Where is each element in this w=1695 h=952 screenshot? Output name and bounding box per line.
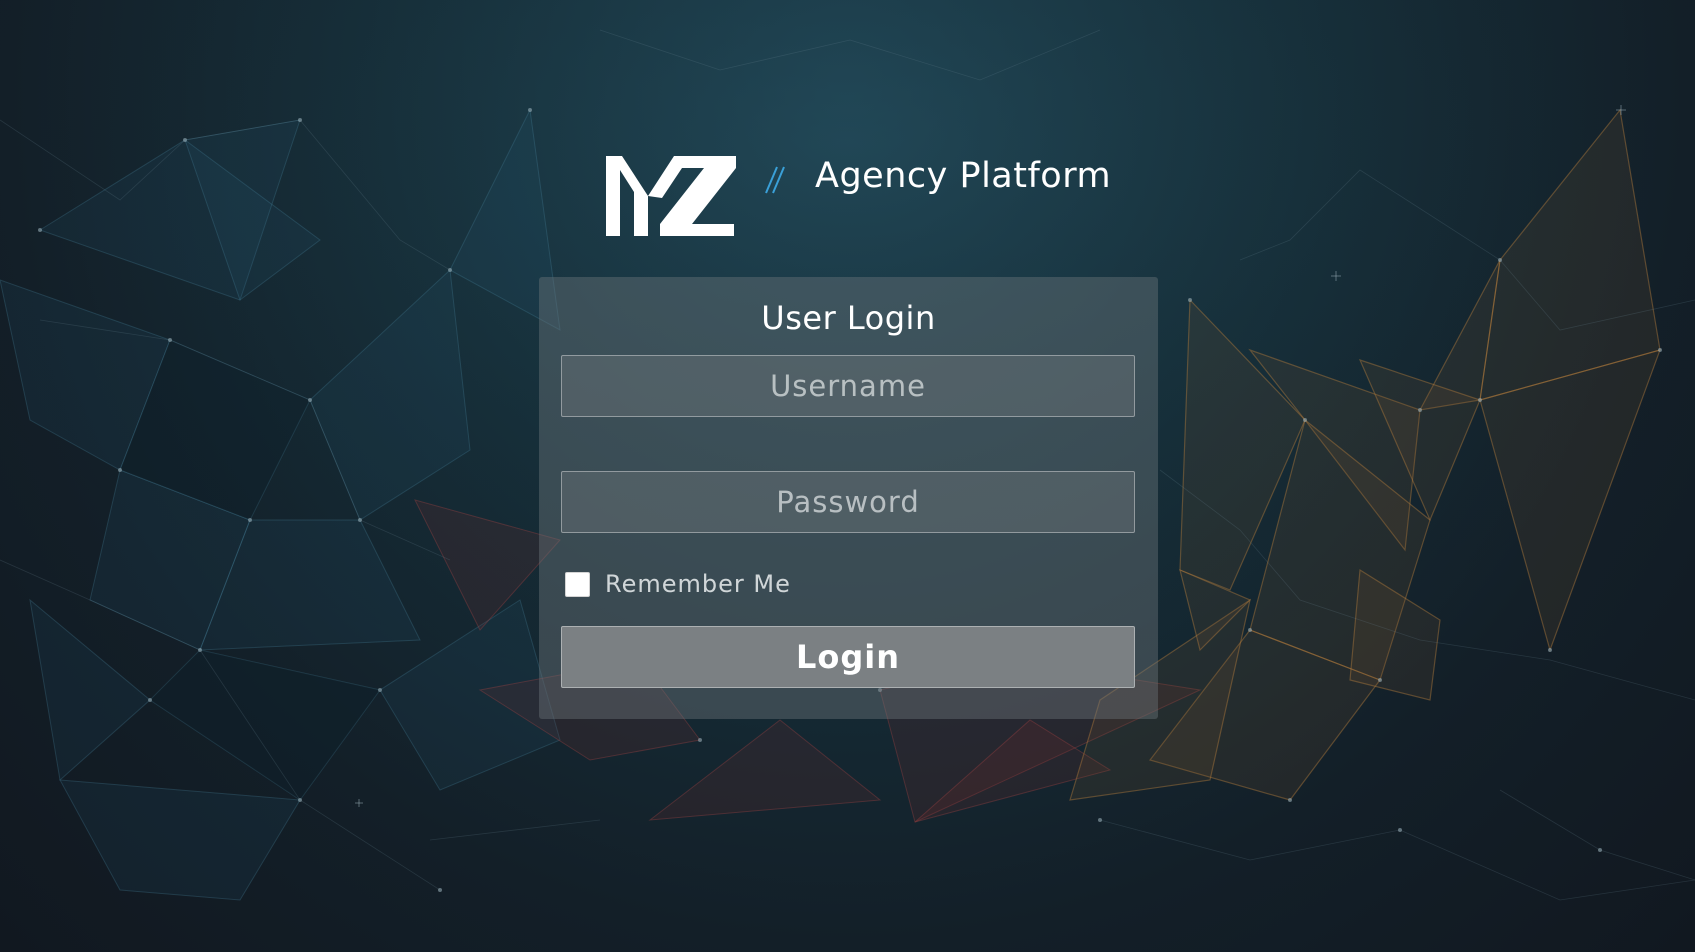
password-input[interactable]	[561, 471, 1135, 533]
brand-header: Agency Platform	[600, 150, 1120, 250]
login-button[interactable]: Login	[561, 626, 1135, 688]
username-input[interactable]	[561, 355, 1135, 417]
platform-title: Agency Platform	[815, 156, 1112, 196]
mz-logo	[606, 156, 736, 236]
login-form: User Login Remember Me Login	[539, 277, 1158, 719]
double-slash-icon	[765, 166, 785, 194]
remember-me-label: Remember Me	[605, 570, 791, 598]
remember-me-checkbox[interactable]	[565, 571, 590, 597]
login-page: Agency Platform User Login Remember Me L…	[0, 0, 1695, 952]
form-title: User Login	[761, 299, 936, 337]
remember-me-option[interactable]: Remember Me	[565, 569, 791, 599]
